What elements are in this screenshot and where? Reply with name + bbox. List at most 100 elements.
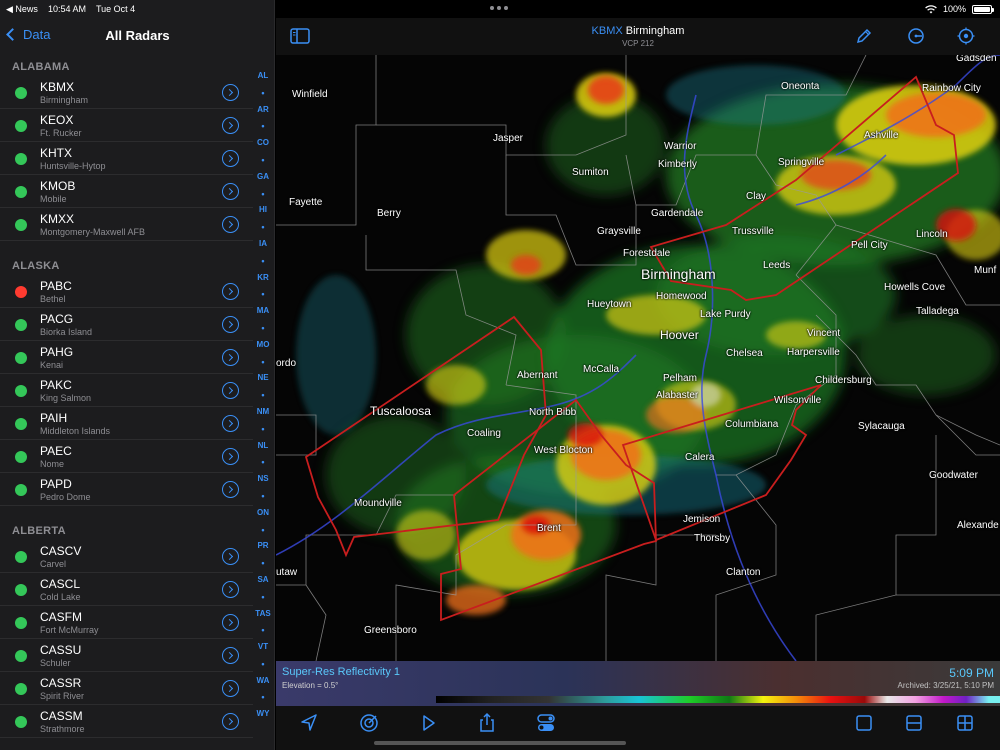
index-separator[interactable]: • — [261, 589, 264, 606]
index-separator[interactable]: • — [261, 354, 264, 371]
chevron-right-circle-icon[interactable] — [222, 183, 239, 200]
index-letter[interactable]: GA — [257, 169, 269, 186]
location-target-icon[interactable] — [956, 27, 976, 45]
index-letter[interactable]: SA — [257, 572, 268, 589]
city-label-hoover: Hoover — [660, 328, 699, 342]
chevron-right-circle-icon[interactable] — [222, 415, 239, 432]
city-label-coaling: Coaling — [467, 428, 501, 439]
radar-row-pakc[interactable]: PAKC King Salmon — [0, 374, 253, 407]
chevron-right-circle-icon[interactable] — [222, 316, 239, 333]
index-letter[interactable]: NE — [257, 370, 268, 387]
index-separator[interactable]: • — [261, 622, 264, 639]
index-letter[interactable]: HI — [259, 202, 267, 219]
index-separator[interactable]: • — [261, 118, 264, 135]
chevron-right-circle-icon[interactable] — [222, 283, 239, 300]
radar-row-cassm[interactable]: CASSM Strathmore — [0, 705, 253, 738]
radar-row-cascl[interactable]: CASCL Cold Lake — [0, 573, 253, 606]
index-letter[interactable]: TAS — [255, 606, 270, 623]
location-arrow-icon[interactable] — [298, 712, 320, 734]
radar-row-kmob[interactable]: KMOB Mobile — [0, 175, 253, 208]
index-letter[interactable]: IA — [259, 236, 267, 253]
radar-row-pacg[interactable]: PACG Biorka Island — [0, 308, 253, 341]
index-separator[interactable]: • — [261, 689, 264, 706]
index-separator[interactable]: • — [261, 186, 264, 203]
index-letter[interactable]: CO — [257, 135, 269, 152]
index-letter[interactable]: NL — [258, 438, 269, 455]
radar-row-papd[interactable]: PAPD Pedro Dome — [0, 473, 253, 506]
index-separator[interactable]: • — [261, 286, 264, 303]
chevron-right-circle-icon[interactable] — [222, 448, 239, 465]
section-index[interactable]: AL • AR • CO • GA • HI • IA • KR • MA • MO • NE • NM • NL • NS • O… — [252, 68, 274, 723]
dual-pane-icon[interactable] — [903, 712, 925, 734]
radar-row-kmxx[interactable]: KMXX Montgomery-Maxwell AFB — [0, 208, 253, 241]
city-label-homewood: Homewood — [656, 291, 707, 302]
pencil-icon[interactable] — [854, 27, 874, 45]
index-separator[interactable]: • — [261, 522, 264, 539]
chevron-right-circle-icon[interactable] — [222, 713, 239, 730]
play-icon[interactable] — [417, 712, 439, 734]
quad-pane-icon[interactable] — [954, 712, 976, 734]
index-letter[interactable]: AR — [257, 102, 269, 119]
radar-map[interactable]: Winfield Jasper Warrior Kimberly Oneonta… — [276, 55, 1000, 661]
index-letter[interactable]: KR — [257, 270, 269, 287]
single-pane-icon[interactable] — [853, 712, 875, 734]
chevron-right-circle-icon[interactable] — [222, 84, 239, 101]
radar-code-label: CASSM — [40, 709, 83, 723]
index-letter[interactable]: WA — [257, 673, 270, 690]
share-icon[interactable] — [476, 712, 498, 734]
chevron-right-circle-icon[interactable] — [222, 382, 239, 399]
radar-row-pabc[interactable]: PABC Bethel — [0, 275, 253, 308]
chevron-right-circle-icon[interactable] — [222, 216, 239, 233]
index-separator[interactable]: • — [261, 387, 264, 404]
index-letter[interactable]: NS — [257, 471, 268, 488]
index-separator[interactable]: • — [261, 555, 264, 572]
radar-sweep-button-icon[interactable] — [358, 712, 380, 734]
city-label-berry: Berry — [377, 208, 401, 219]
chevron-right-circle-icon[interactable] — [222, 117, 239, 134]
index-letter[interactable]: NM — [257, 404, 269, 421]
index-separator[interactable]: • — [261, 219, 264, 236]
section-header: ALBERTA — [12, 525, 66, 537]
index-separator[interactable]: • — [261, 152, 264, 169]
radar-row-cassu[interactable]: CASSU Schuler — [0, 639, 253, 672]
index-separator[interactable]: • — [261, 421, 264, 438]
radar-row-kbmx[interactable]: KBMX Birmingham — [0, 76, 253, 109]
product-info-panel[interactable]: Super-Res Reflectivity 1 Elevation = 0.5… — [276, 661, 1000, 706]
index-separator[interactable]: • — [261, 320, 264, 337]
index-separator[interactable]: • — [261, 488, 264, 505]
chevron-right-circle-icon[interactable] — [222, 647, 239, 664]
radar-row-cassr[interactable]: CASSR Spirit River — [0, 672, 253, 705]
radar-sweep-icon[interactable] — [906, 27, 926, 45]
index-letter[interactable]: ON — [257, 505, 269, 522]
index-letter[interactable]: WY — [257, 706, 270, 723]
index-letter[interactable]: MA — [257, 303, 269, 320]
radar-location-label: Schuler — [40, 658, 71, 668]
chevron-right-circle-icon[interactable] — [222, 614, 239, 631]
radar-row-paih[interactable]: PAIH Middleton Islands — [0, 407, 253, 440]
index-separator[interactable]: • — [261, 85, 264, 102]
chevron-right-circle-icon[interactable] — [222, 481, 239, 498]
index-letter[interactable]: AL — [258, 68, 269, 85]
radar-title[interactable]: KBMX Birmingham — [276, 25, 1000, 37]
radar-row-casfm[interactable]: CASFM Fort McMurray — [0, 606, 253, 639]
chevron-right-circle-icon[interactable] — [222, 680, 239, 697]
chevron-right-circle-icon[interactable] — [222, 548, 239, 565]
index-letter[interactable]: MO — [257, 337, 270, 354]
index-separator[interactable]: • — [261, 253, 264, 270]
chevron-right-circle-icon[interactable] — [222, 150, 239, 167]
back-to-app-link[interactable]: ◀ News — [6, 4, 38, 15]
index-separator[interactable]: • — [261, 454, 264, 471]
layer-toggles-icon[interactable] — [535, 712, 557, 734]
radar-row-paec[interactable]: PAEC Nome — [0, 440, 253, 473]
home-indicator[interactable] — [374, 741, 626, 745]
radar-row-cascv[interactable]: CASCV Carvel — [0, 540, 253, 573]
index-letter[interactable]: PR — [257, 538, 268, 555]
radar-row-khtx[interactable]: KHTX Huntsville-Hytop — [0, 142, 253, 175]
chevron-right-circle-icon[interactable] — [222, 349, 239, 366]
radar-row-pahg[interactable]: PAHG Kenai — [0, 341, 253, 374]
index-letter[interactable]: VT — [258, 639, 268, 656]
radar-row-keox[interactable]: KEOX Ft. Rucker — [0, 109, 253, 142]
chevron-right-circle-icon[interactable] — [222, 581, 239, 598]
index-separator[interactable]: • — [261, 656, 264, 673]
